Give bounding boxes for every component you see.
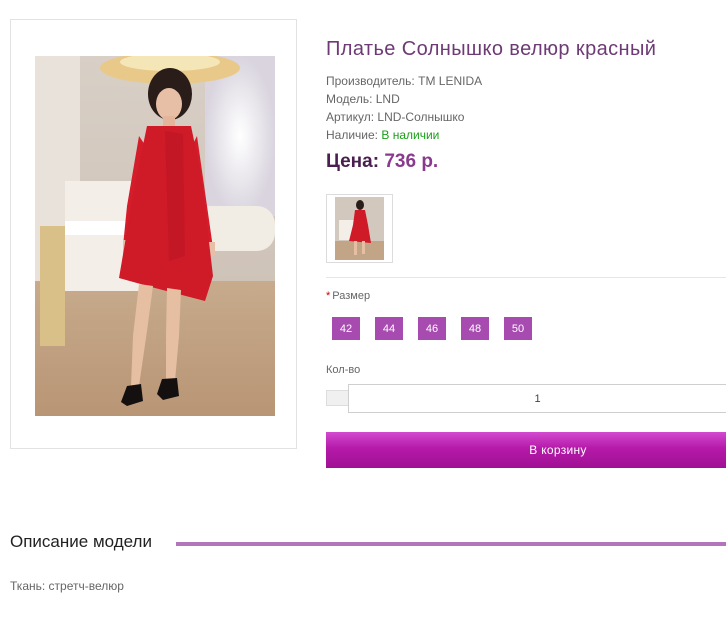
availability-status: В наличии (381, 128, 440, 142)
add-to-cart-label: В корзину (529, 443, 587, 457)
size-label: * Размер (326, 290, 370, 302)
model-label: Модель: (326, 92, 373, 106)
sku-value: LND-Солнышко (377, 110, 465, 124)
size-option-44[interactable]: 44 (375, 317, 403, 340)
quantity-input[interactable] (348, 384, 726, 413)
main-product-image[interactable] (35, 56, 275, 416)
model-row: Модель: LND (326, 90, 482, 108)
product-title: Платье Солнышко велюр красный (326, 38, 657, 60)
description-heading-line (176, 542, 726, 546)
manufacturer-row: Производитель: ТМ LENIDA (326, 72, 482, 90)
description-text: Ткань: стретч-велюр (10, 579, 124, 593)
size-label-text: Размер (332, 290, 371, 302)
price-value: 736 р. (384, 151, 439, 172)
size-option-48[interactable]: 48 (461, 317, 489, 340)
manufacturer-label: Производитель: (326, 74, 415, 88)
size-options: 42 44 46 48 50 (332, 317, 532, 340)
manufacturer-value: ТМ LENIDA (418, 74, 483, 88)
product-thumbnail[interactable] (326, 194, 393, 263)
sku-label: Артикул: (326, 110, 375, 124)
sku-row: Артикул: LND-Солнышко (326, 108, 482, 126)
size-option-46[interactable]: 46 (418, 317, 446, 340)
product-meta: Производитель: ТМ LENIDA Модель: LND Арт… (326, 72, 482, 144)
availability-label: Наличие: (326, 128, 379, 142)
section-divider (326, 277, 726, 278)
description-heading: Описание модели (10, 532, 162, 552)
price-label: Цена: (326, 151, 380, 172)
quantity-label: Кол-во (326, 364, 361, 376)
availability-row: Наличие: В наличии (326, 126, 482, 144)
main-product-image-frame[interactable] (10, 19, 297, 449)
price: Цена: 736 р. (326, 151, 438, 173)
add-to-cart-button[interactable]: В корзину (326, 432, 726, 468)
size-option-42[interactable]: 42 (332, 317, 360, 340)
size-option-50[interactable]: 50 (504, 317, 532, 340)
quantity-decrease-button[interactable] (326, 390, 348, 406)
required-mark: * (326, 290, 331, 302)
model-value: LND (375, 92, 400, 106)
